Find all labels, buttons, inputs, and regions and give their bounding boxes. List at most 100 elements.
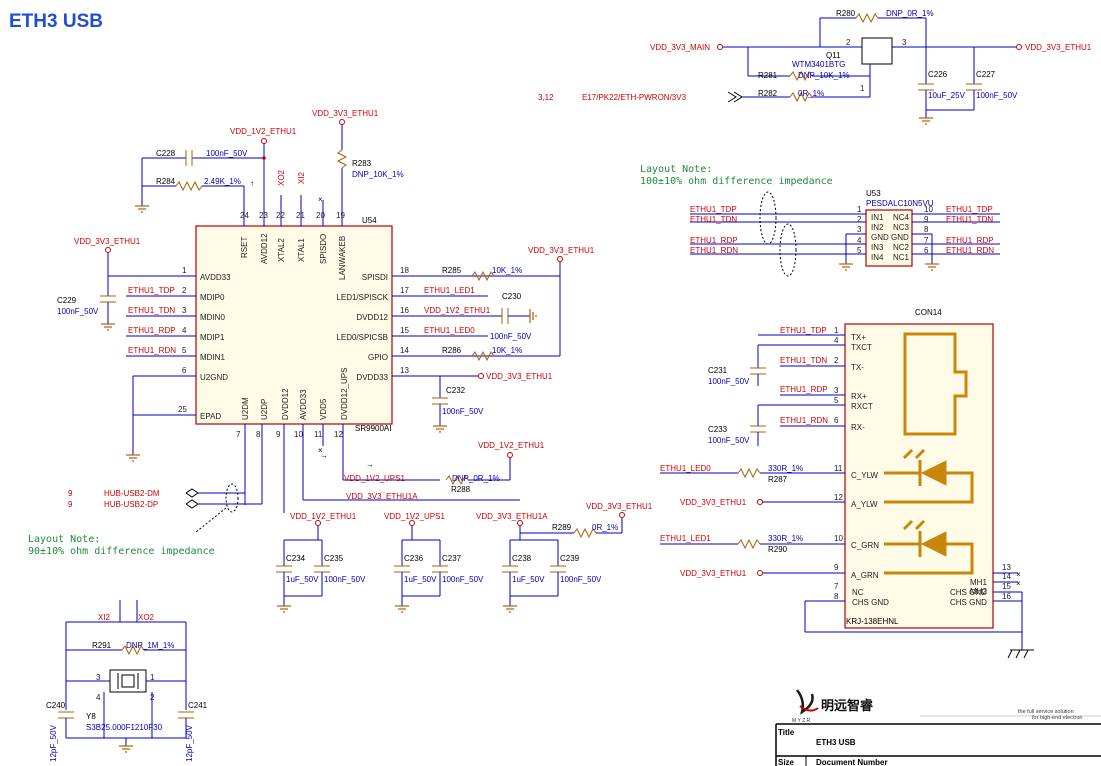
company-logo-icon: M Y Z R (792, 689, 819, 724)
r291-ref: R291 (92, 641, 112, 650)
net-vdd-3v3-main: VDD_3V3_MAIN (650, 43, 710, 52)
y8-pin-4: 4 (96, 693, 101, 702)
u54-pin-mdin1: MDIN1 (200, 353, 225, 362)
layout-note-2-text: 90±10% ohm difference impedance (28, 546, 215, 557)
c230-ref: C230 (502, 292, 522, 301)
r290-val: 330R_1% (768, 534, 803, 543)
c228-r284-group: C228 100nF_50V R284 2.49K_1% VDD_1V2_ETH… (135, 127, 297, 213)
r287-ref: R287 (768, 475, 788, 484)
con14-rx-minus: RX- (851, 423, 865, 432)
c236-ref: C236 (404, 554, 424, 563)
c231-ref: C231 (708, 366, 728, 375)
r286-ref: R286 (442, 346, 462, 355)
con14-part: KRJ-138EHNL (846, 617, 899, 626)
u53-nc4: NC4 (893, 213, 910, 222)
net-vdd-3v3-ethu1a-main: VDD_3V3_ETHU1A (346, 492, 418, 501)
u54-pin-xtal2: XTAL2 (277, 238, 286, 262)
u53-pin2: 2 (857, 215, 862, 224)
u54-pin-lanwakeb: LANWAKEB (338, 236, 347, 280)
net-vdd-3v3-ethu1-ayel: VDD_3V3_ETHU1 (680, 498, 747, 507)
con14-pin8: 8 (834, 592, 839, 601)
r288-ref: R288 (451, 485, 471, 494)
r281-val: DNP_10K_1% (798, 71, 850, 80)
net-vdd-3v3-ethu1a-c238: VDD_3V3_ETHU1A (476, 512, 548, 521)
c241-ref: C241 (188, 701, 208, 710)
con14-pin4: 4 (834, 336, 839, 345)
u53-nc1: NC1 (893, 253, 910, 262)
u54-pin-12-num: 12 (334, 430, 343, 439)
net-ethu1-rdn-u54: ETHU1_RDN (128, 346, 176, 355)
con14-pin5: 5 (834, 396, 839, 405)
net-ethu1-rdn-u53-r: ETHU1_RDN (946, 246, 994, 255)
u54-pin-16-num: 16 (400, 306, 409, 315)
r284-ref: R284 (156, 177, 176, 186)
net-xo2-top: XO2 (277, 169, 286, 186)
net-vdd-1v2-ups1-r288: VDD_1V2_UPS1 (344, 474, 405, 483)
u53-pin3: 3 (857, 225, 862, 234)
arrow-right-icon: → (366, 460, 374, 469)
q11-part: WTM3401BTG (792, 60, 845, 69)
con14-nc: NC (852, 588, 864, 597)
u53-pin4: 4 (857, 236, 862, 245)
net-vdd-3v3-ethu1-r283: VDD_3V3_ETHU1 (312, 109, 379, 118)
u54-pin-mdip0: MDIP0 (200, 293, 225, 302)
c233-val: 100nF_50V (708, 436, 750, 445)
con14-a-grn: A_GRN (851, 571, 879, 580)
chassis-ground-icon (1007, 649, 1034, 659)
r283-ref: R283 (352, 159, 372, 168)
net-ethu1-tdp-u53: ETHU1_TDP (690, 205, 737, 214)
r280-ref: R280 (836, 9, 856, 18)
u53-ref: U53 (866, 189, 881, 198)
net-ethu1-tdn-u53-r: ETHU1_TDN (946, 215, 993, 224)
u54-pin-10-num: 10 (294, 430, 303, 439)
r287-val: 330R_1% (768, 464, 803, 473)
power-port (261, 138, 267, 144)
r285-ref: R285 (442, 266, 462, 275)
con14-pin15: 15 (1002, 582, 1011, 591)
con14-pin6: 6 (834, 416, 839, 425)
net-ethu1-led1-con: ETHU1_LED1 (660, 534, 711, 543)
net-ethu1-rdp-u54: ETHU1_RDP (128, 326, 176, 335)
u53-pin6: 6 (924, 246, 929, 255)
u53-in1: IN1 (871, 213, 884, 222)
r285-val: 10K_1% (492, 266, 522, 275)
q11-ref: Q11 (826, 51, 841, 60)
c230-val: 100nF_50V (490, 332, 532, 341)
u54-pin-avdd12: AVDD12 (260, 233, 269, 264)
c235-ref: C235 (324, 554, 344, 563)
net-vdd-3v3-ethu1-r289: VDD_3V3_ETHU1 (586, 502, 653, 511)
u54-part: SR9900AI (355, 424, 391, 433)
c241-val: 12pF_50V (185, 724, 194, 762)
u54-pin-mdin0: MDIN0 (200, 313, 225, 322)
ground-symbol (135, 205, 149, 213)
r284-val: 2.49K_1% (204, 177, 241, 186)
con14-c-grn: C_GRN (851, 541, 879, 550)
con14-pin2: 2 (834, 356, 839, 365)
con14-ref: CON14 (915, 308, 942, 317)
net-ethu1-tdn-con: ETHU1_TDN (780, 356, 827, 365)
arrow-up-icon: ↑ (250, 179, 254, 188)
u54-pin-9-num: 9 (276, 430, 281, 439)
c235-val: 100nF_50V (324, 575, 366, 584)
c234-ref: C234 (286, 554, 306, 563)
crystal-y8-group: XI2 XO2 R291 DNP_1M_1% 3 1 4 2 Y8 S3B25.… (46, 600, 208, 762)
u53-nc3: NC3 (893, 223, 910, 232)
document-number-label: Document Number (816, 758, 888, 766)
u54-pin-6-num: 6 (182, 366, 187, 375)
r283-val: DNP_10K_1% (352, 170, 404, 179)
net-ethu1-rdp-u53-r: ETHU1_RDP (946, 236, 994, 245)
con14-a-ylw: A_YLW (851, 500, 878, 509)
title-value: ETH3 USB (816, 738, 856, 747)
nc-mark-pin13: × (1016, 570, 1021, 579)
con14-rx-plus: RX+ (851, 392, 867, 401)
r289-ref: R289 (552, 523, 572, 532)
u54-pin-15-num: 15 (400, 326, 409, 335)
crystal-body (109, 669, 147, 693)
schematic-canvas: ETH3 USB U54 SR9900AI 24 23 22 21 20 19 … (9, 9, 1101, 766)
c226-ref: C226 (928, 70, 948, 79)
u54-pin-rset: RSET (240, 237, 249, 258)
net-vdd-1v2-ethu1-c234: VDD_1V2_ETHU1 (290, 512, 357, 521)
net-vdd-3v3-ethu1-q11: VDD_3V3_ETHU1 (1025, 43, 1092, 52)
sheet-title: ETH3 USB (9, 11, 103, 32)
con14-pin9: 9 (834, 563, 839, 572)
